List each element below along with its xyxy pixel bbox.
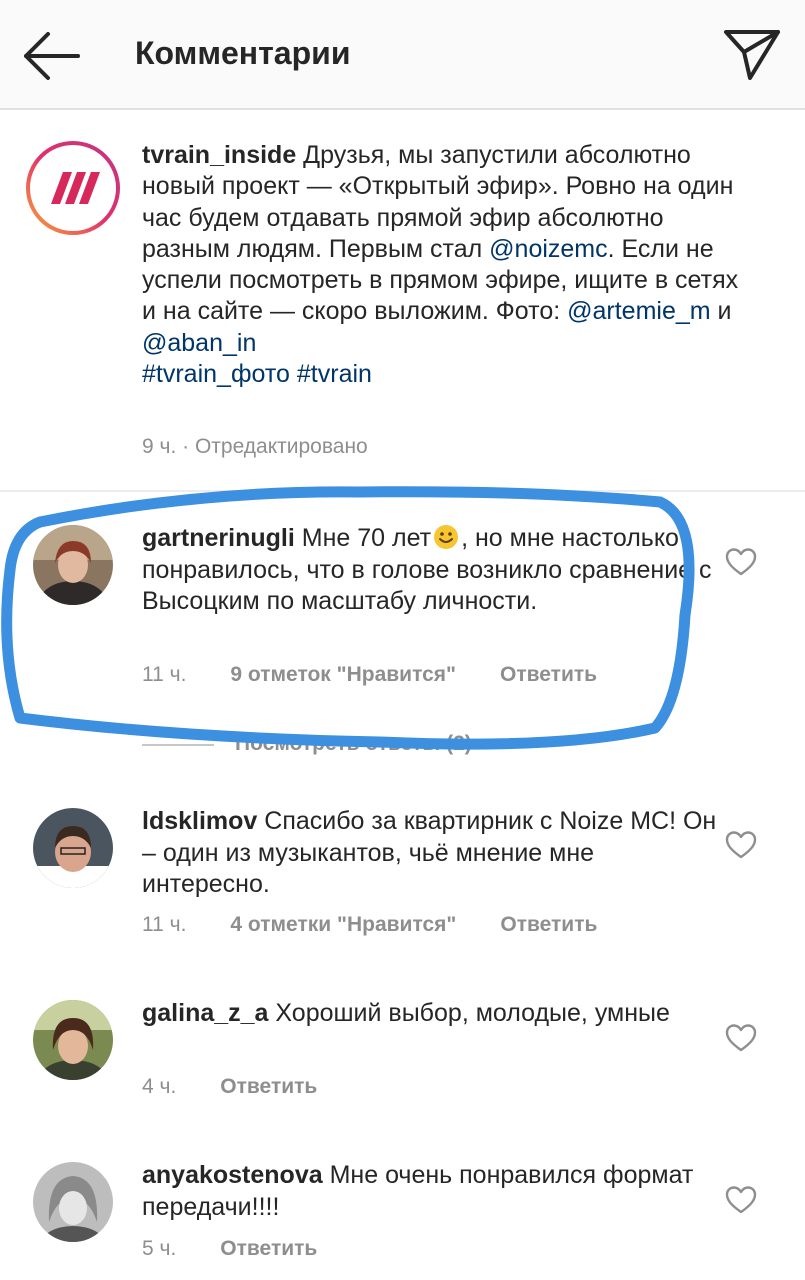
comment-username[interactable]: ldsklimov	[142, 807, 257, 835]
reply-button[interactable]: Ответить	[220, 1237, 317, 1260]
mention-link[interactable]: @aban_in	[142, 329, 256, 357]
comment-time: 11 ч.	[142, 663, 187, 686]
hashtag-link[interactable]: #tvrain	[297, 360, 372, 388]
comment-text: galina_z_a Хороший выбор, молодые, умные	[142, 998, 717, 1030]
avatar[interactable]	[33, 1000, 113, 1080]
caption-meta: 9 ч. · Отредактировано	[142, 435, 368, 458]
avatar[interactable]	[33, 808, 113, 888]
comment-meta: 11 ч. 4 отметки "Нравится" Ответить	[142, 913, 597, 937]
smile-emoji-icon	[434, 525, 459, 549]
comment-body: Мне 70 лет	[294, 524, 432, 552]
avatar[interactable]	[33, 1162, 113, 1242]
highlight-annotation	[1, 486, 695, 750]
hashtag-link[interactable]: #tvrain_фото	[142, 360, 290, 388]
likes-count[interactable]: 9 отметок "Нравится"	[230, 663, 456, 686]
comment-username[interactable]: anyakostenova	[142, 1161, 323, 1189]
mention-link[interactable]: @artemie_m	[567, 297, 710, 325]
likes-count[interactable]: 4 отметки "Нравится"	[230, 913, 456, 936]
comment-text: ldsklimov Спасибо за квартирник с Noize …	[142, 806, 717, 901]
caption-username[interactable]: tvrain_inside	[142, 141, 296, 169]
heart-icon[interactable]	[725, 1185, 757, 1215]
comment-time: 4 ч.	[142, 1075, 177, 1098]
comment-text: anyakostenova Мне очень понравился форма…	[142, 1160, 717, 1223]
heart-icon[interactable]	[725, 1023, 757, 1053]
view-replies-button[interactable]: Посмотреть ответы (2)	[235, 732, 472, 756]
comment-meta: 5 ч. Ответить	[142, 1237, 317, 1261]
caption-text-part: и	[710, 297, 732, 326]
reply-button[interactable]: Ответить	[500, 913, 597, 936]
reply-button[interactable]: Ответить	[500, 663, 597, 686]
comment-meta: 4 ч. Ответить	[142, 1075, 317, 1099]
caption-text: tvrain_inside Друзья, мы запустили абсол…	[142, 140, 742, 390]
comment-username[interactable]: galina_z_a	[142, 999, 268, 1027]
page-title: Комментарии	[135, 35, 351, 71]
back-arrow-icon[interactable]	[20, 28, 84, 84]
avatar[interactable]	[33, 525, 113, 605]
comment-username[interactable]: gartnerinugli	[142, 524, 295, 552]
header-bar: Комментарии	[0, 0, 805, 110]
heart-icon[interactable]	[725, 830, 757, 860]
tvrain-logo-avatar[interactable]	[25, 140, 121, 236]
comment-body: Хороший выбор, молодые, умные	[268, 999, 670, 1027]
comment-text: gartnerinugli Мне 70 лет, но мне настоль…	[142, 523, 717, 618]
replies-divider	[142, 744, 214, 746]
comment-time: 11 ч.	[142, 913, 187, 936]
comment-meta: 11 ч. 9 отметок "Нравится" Ответить	[142, 663, 597, 687]
heart-icon[interactable]	[725, 547, 757, 577]
comment-time: 5 ч.	[142, 1237, 177, 1260]
reply-button[interactable]: Ответить	[220, 1075, 317, 1098]
mention-link[interactable]: @noizemc	[489, 235, 607, 263]
send-icon[interactable]	[722, 26, 782, 82]
